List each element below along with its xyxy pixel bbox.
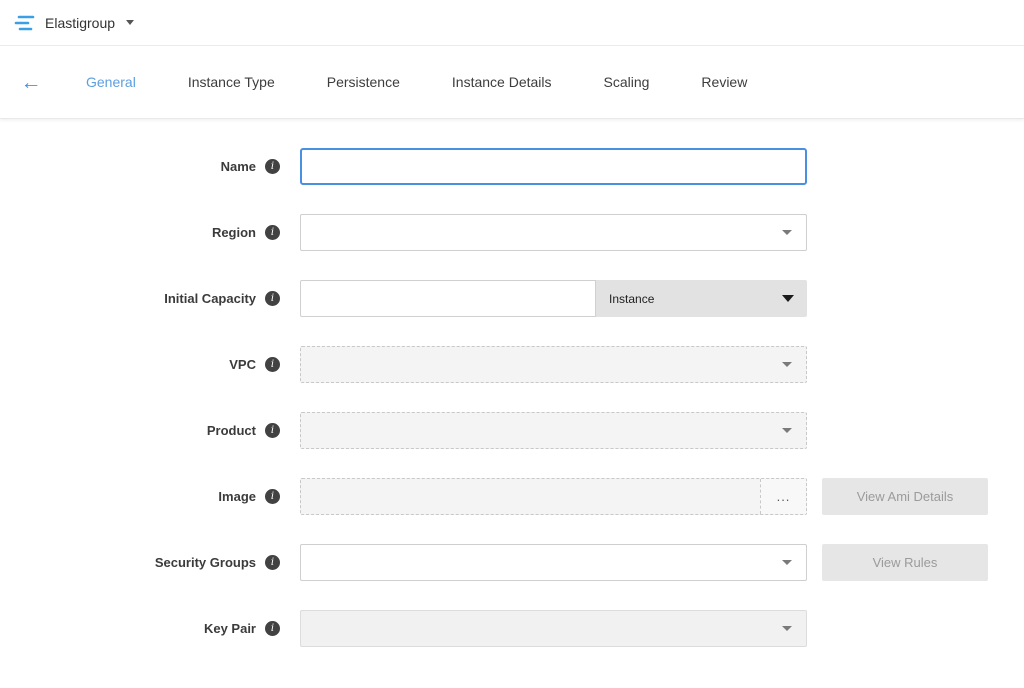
vpc-select[interactable] [300,346,807,383]
browse-image-button[interactable]: ... [760,479,806,514]
form-row-name: Name i [0,148,1024,185]
app-name: Elastigroup [45,15,115,31]
name-input[interactable] [300,148,807,185]
elastigroup-logo-icon [14,14,36,32]
chevron-down-icon [782,230,792,235]
general-form: Name i Region i Initial Capacity i Inst [0,119,1024,647]
product-select[interactable] [300,412,807,449]
info-icon[interactable]: i [265,555,280,570]
back-button[interactable]: ← [16,72,46,93]
form-row-vpc: VPC i [0,346,1024,383]
info-icon[interactable]: i [265,291,280,306]
info-icon[interactable]: i [265,159,280,174]
top-bar: Elastigroup [0,0,1024,46]
chevron-down-icon [782,560,792,565]
view-rules-button[interactable]: View Rules [822,544,988,581]
view-ami-details-button[interactable]: View Ami Details [822,478,988,515]
form-row-key-pair: Key Pair i [0,610,1024,647]
chevron-down-icon [782,428,792,433]
name-label: Name [221,159,256,174]
app-switcher[interactable]: Elastigroup [14,14,134,32]
tab-instance-details[interactable]: Instance Details [426,74,578,90]
security-groups-label: Security Groups [155,555,256,570]
form-row-security-groups: Security Groups i View Rules [0,544,1024,581]
initial-capacity-input[interactable] [300,280,596,317]
wizard-tab-bar: ← General Instance Type Persistence Inst… [0,46,1024,119]
region-label: Region [212,225,256,240]
capacity-unit-value: Instance [609,292,654,306]
info-icon[interactable]: i [265,621,280,636]
form-row-region: Region i [0,214,1024,251]
form-row-image: Image i ... View Ami Details [0,478,1024,515]
chevron-down-icon [126,20,134,25]
capacity-unit-select[interactable]: Instance [596,280,807,317]
image-field: ... [300,478,807,515]
product-label: Product [207,423,256,438]
key-pair-label: Key Pair [204,621,256,636]
vpc-label: VPC [229,357,256,372]
initial-capacity-label: Initial Capacity [164,291,256,306]
info-icon[interactable]: i [265,489,280,504]
form-row-product: Product i [0,412,1024,449]
chevron-down-icon [782,295,794,302]
tab-instance-type[interactable]: Instance Type [162,74,301,90]
tabs: General Instance Type Persistence Instan… [60,74,773,90]
form-row-initial-capacity: Initial Capacity i Instance [0,280,1024,317]
tab-persistence[interactable]: Persistence [301,74,426,90]
security-groups-select[interactable] [300,544,807,581]
info-icon[interactable]: i [265,225,280,240]
region-select[interactable] [300,214,807,251]
info-icon[interactable]: i [265,357,280,372]
key-pair-select[interactable] [300,610,807,647]
chevron-down-icon [782,362,792,367]
tab-review[interactable]: Review [675,74,773,90]
tab-general[interactable]: General [60,74,162,90]
image-value[interactable] [301,479,760,514]
chevron-down-icon [782,626,792,631]
info-icon[interactable]: i [265,423,280,438]
image-label: Image [218,489,256,504]
tab-scaling[interactable]: Scaling [578,74,676,90]
